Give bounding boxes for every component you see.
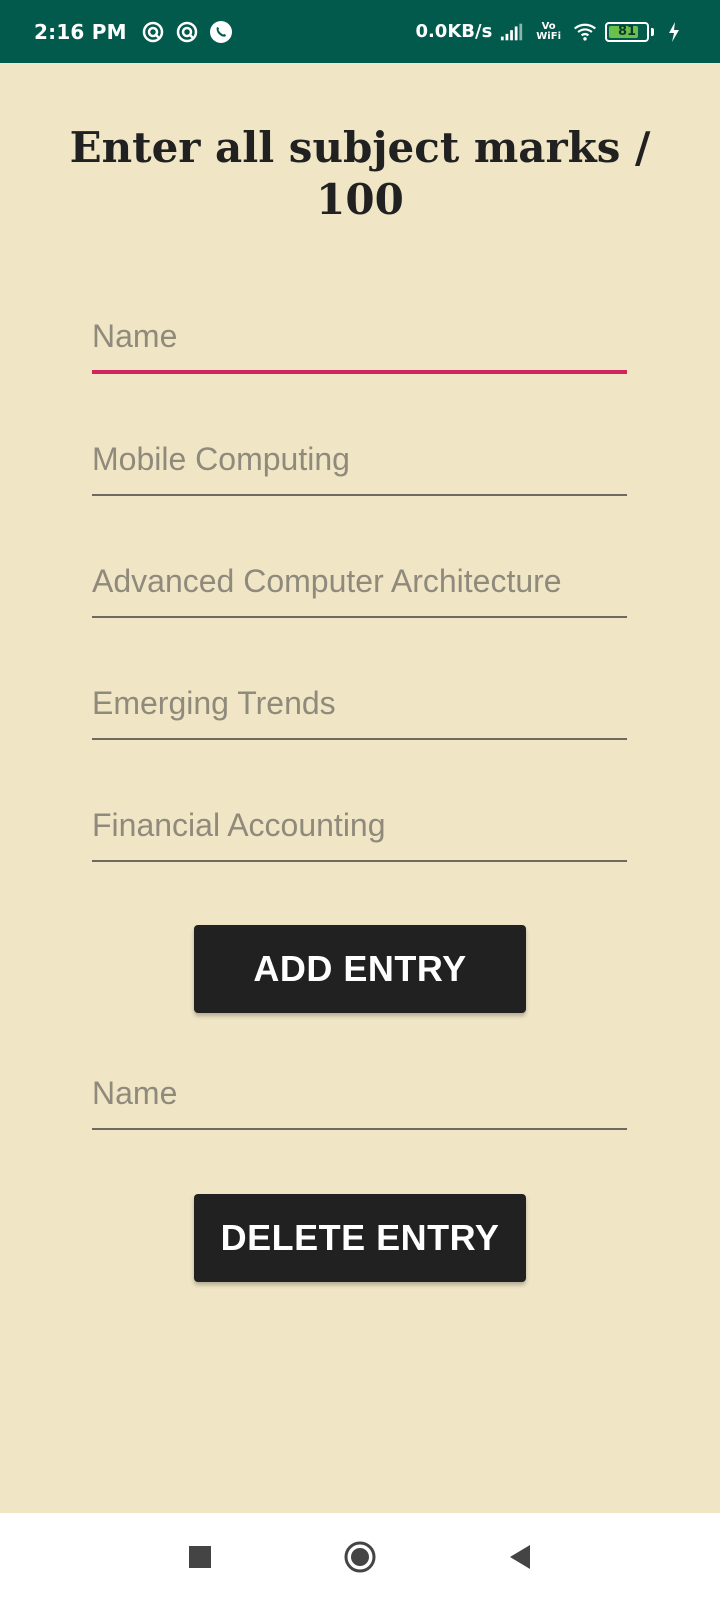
delete-name-field[interactable] [92,1068,627,1130]
whatsapp-icon [209,20,233,44]
vowifi-top: Vo [541,20,556,32]
emerging-trends-field[interactable] [92,678,627,740]
battery-icon: 81 [605,21,649,42]
delete-entry-button[interactable]: DELETE ENTRY [194,1194,526,1282]
add-entry-button[interactable]: ADD ENTRY [194,925,526,1013]
status-left: 2:16 PM [34,20,233,44]
status-time: 2:16 PM [34,19,127,44]
financial-accounting-field[interactable] [92,800,627,862]
notification-app-icon [141,20,165,44]
page-title: Enter all subject marks / 100 [69,123,651,224]
battery-text: 81 [617,24,637,39]
status-right: 0.0KB/s Vo WiFi 81 [415,20,686,44]
signal-icon [500,20,524,44]
vowifi-indicator: Vo WiFi [536,20,561,42]
home-circle-icon[interactable] [335,1532,385,1582]
wifi-icon [573,20,597,44]
net-speed: 0.0KB/s [415,21,493,42]
navigation-bar [0,1513,720,1600]
back-triangle-icon[interactable] [495,1532,545,1582]
app-screen: 2:16 PM 0.0KB/s Vo WiFi 81 Enter all sub… [0,0,720,1600]
notification-app-icon [175,20,199,44]
mobile-computing-field[interactable] [92,434,627,496]
recents-square-icon[interactable] [175,1532,225,1582]
status-bar: 2:16 PM 0.0KB/s Vo WiFi 81 [0,0,720,63]
battery-cap [651,27,654,36]
advanced-computer-architecture-field[interactable] [92,556,627,618]
vowifi-bottom: WiFi [536,30,561,42]
charging-icon [662,20,686,44]
name-field[interactable] [92,312,627,374]
